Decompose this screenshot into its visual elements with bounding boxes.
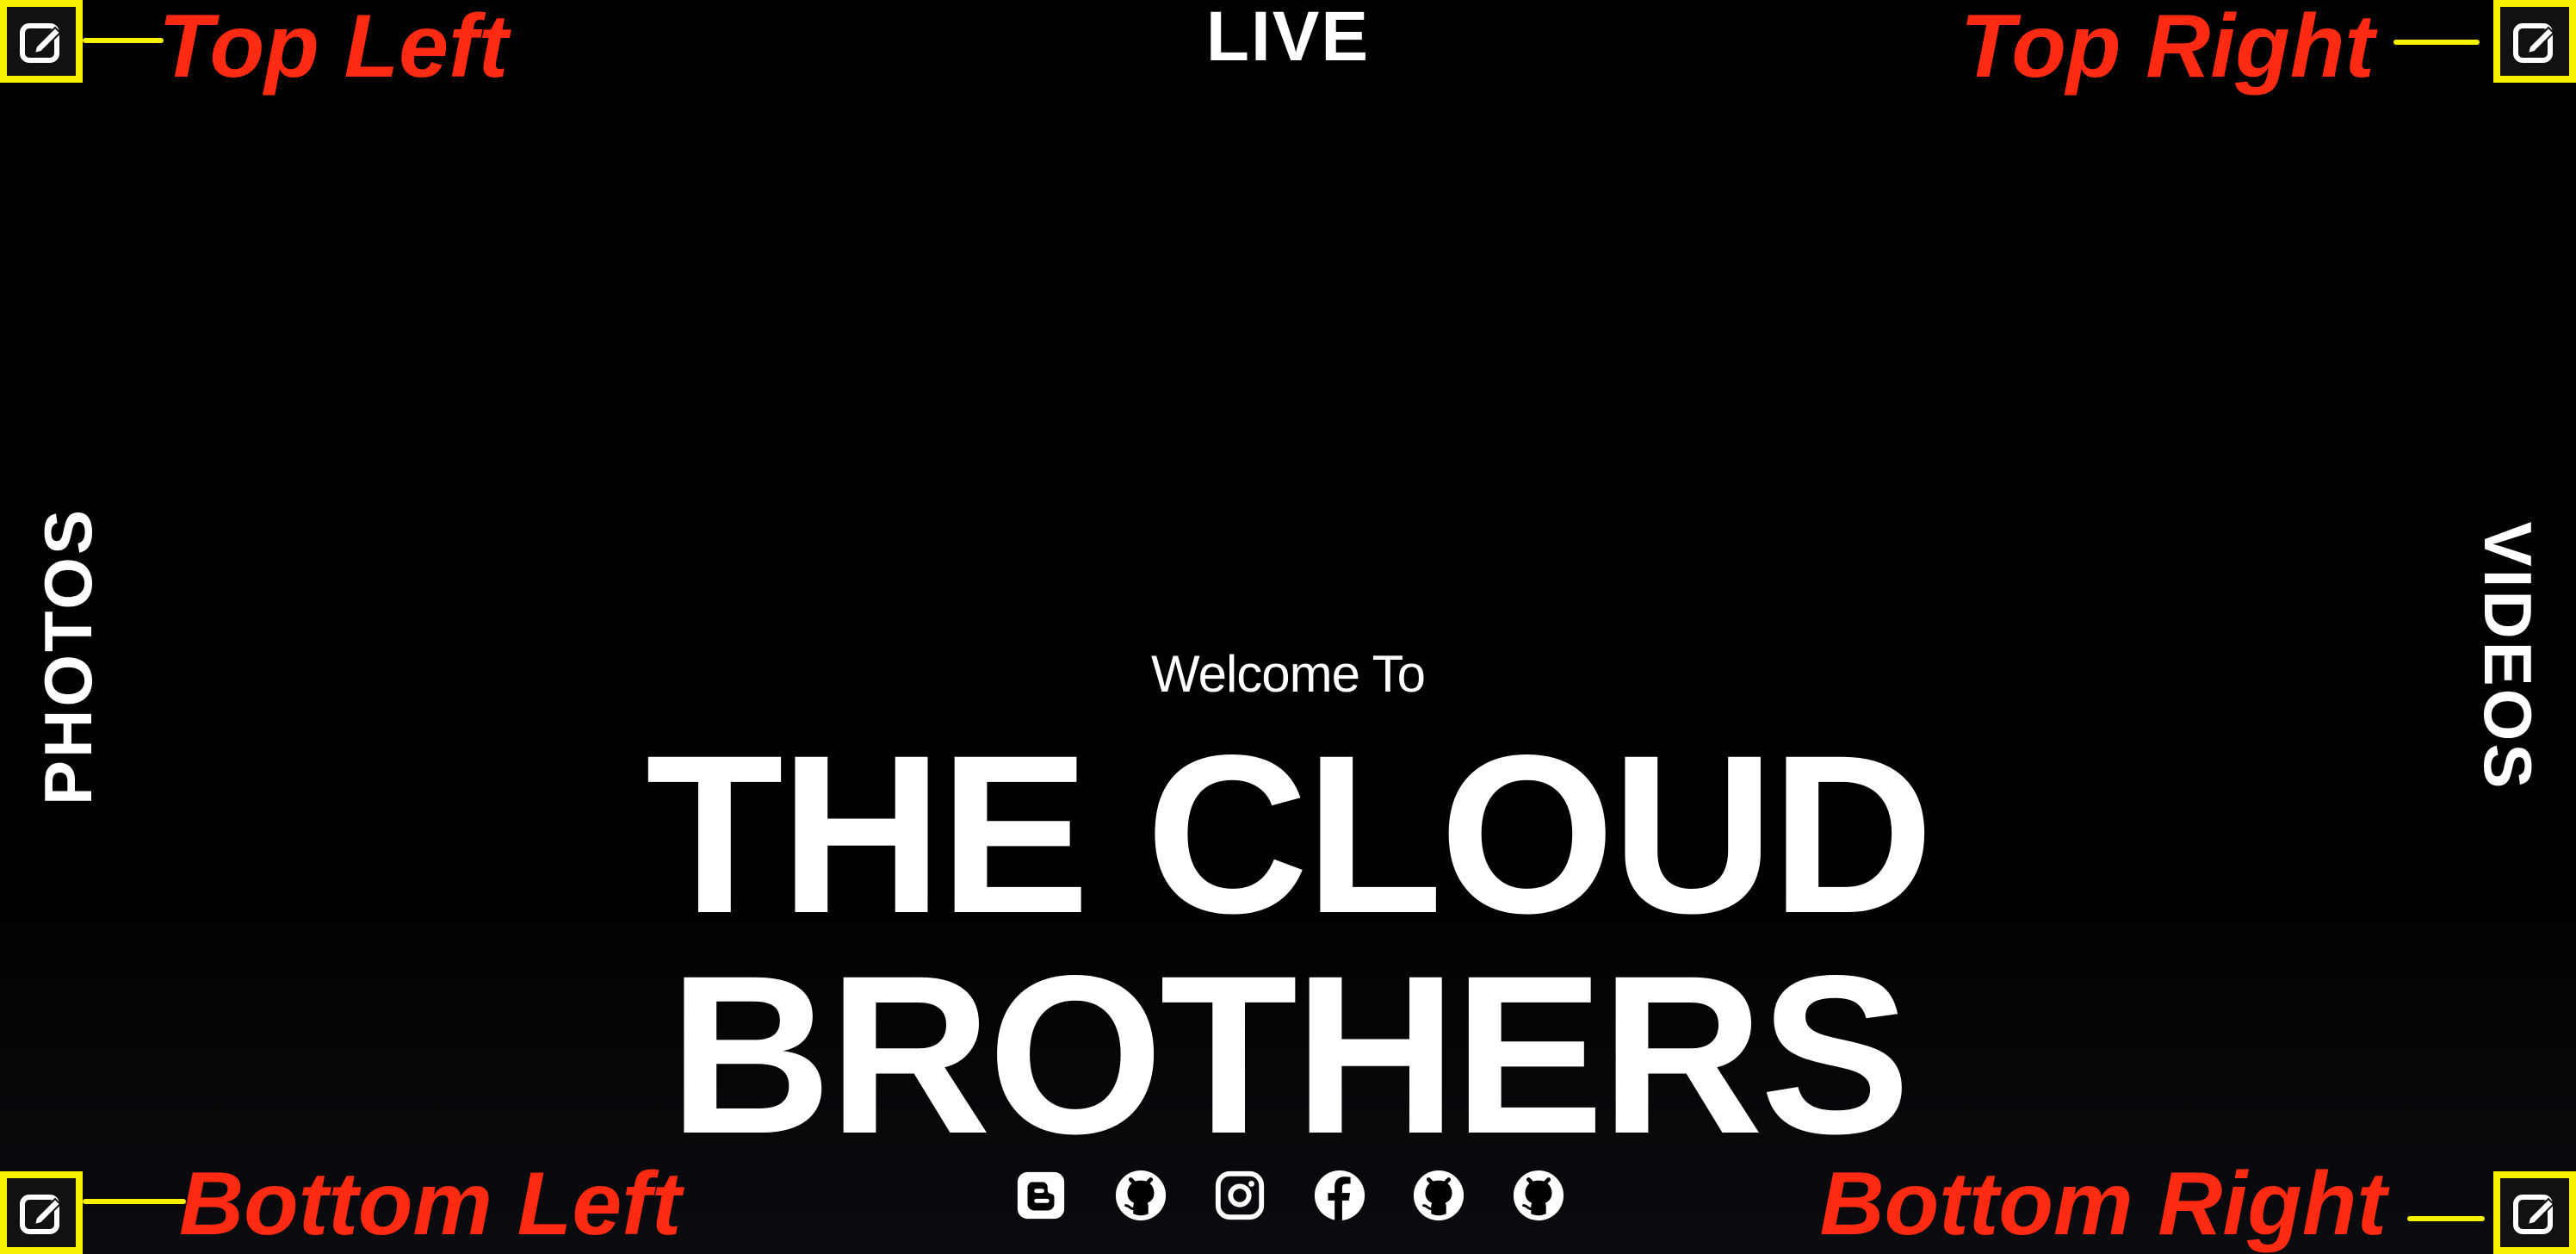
blogger-link[interactable]	[1014, 1169, 1068, 1222]
instagram-icon	[1216, 1170, 1265, 1220]
annotation-connector	[83, 1199, 186, 1204]
blogger-icon	[1017, 1171, 1065, 1220]
edit-icon	[20, 1195, 62, 1234]
github-link[interactable]	[1412, 1169, 1465, 1222]
github-icon	[1513, 1170, 1564, 1221]
hero-title-line-2: BROTHERS	[668, 928, 1910, 1181]
edit-button-top-left[interactable]	[0, 0, 83, 83]
edit-icon	[2513, 1195, 2555, 1234]
github-link[interactable]	[1114, 1169, 1167, 1222]
annotation-connector	[2407, 1216, 2485, 1221]
facebook-icon	[1314, 1170, 1365, 1221]
page: Top Left Top Right Bottom Left Bottom Ri…	[0, 0, 2576, 1254]
edit-icon	[20, 23, 62, 63]
edit-icon	[2513, 23, 2555, 63]
github-icon	[1115, 1170, 1166, 1221]
edit-button-top-right[interactable]	[2493, 0, 2576, 83]
welcome-text: Welcome To	[1151, 645, 1426, 703]
github-link[interactable]	[1512, 1169, 1565, 1222]
facebook-link[interactable]	[1313, 1169, 1366, 1222]
annotation-top-right: Top Right	[1960, 0, 2375, 96]
social-links	[1014, 1168, 1565, 1223]
annotation-connector	[83, 38, 164, 43]
hero-title-line-1: THE CLOUD	[645, 708, 1934, 960]
edit-button-bottom-right[interactable]	[2493, 1171, 2576, 1254]
edit-button-bottom-left[interactable]	[0, 1171, 83, 1254]
nav-live-link[interactable]: LIVE	[1205, 2, 1371, 72]
github-icon	[1414, 1170, 1464, 1221]
instagram-link[interactable]	[1213, 1169, 1266, 1222]
annotation-top-left: Top Left	[158, 0, 509, 96]
annotation-connector	[2393, 40, 2480, 45]
annotation-bottom-left: Bottom Left	[179, 1154, 682, 1254]
